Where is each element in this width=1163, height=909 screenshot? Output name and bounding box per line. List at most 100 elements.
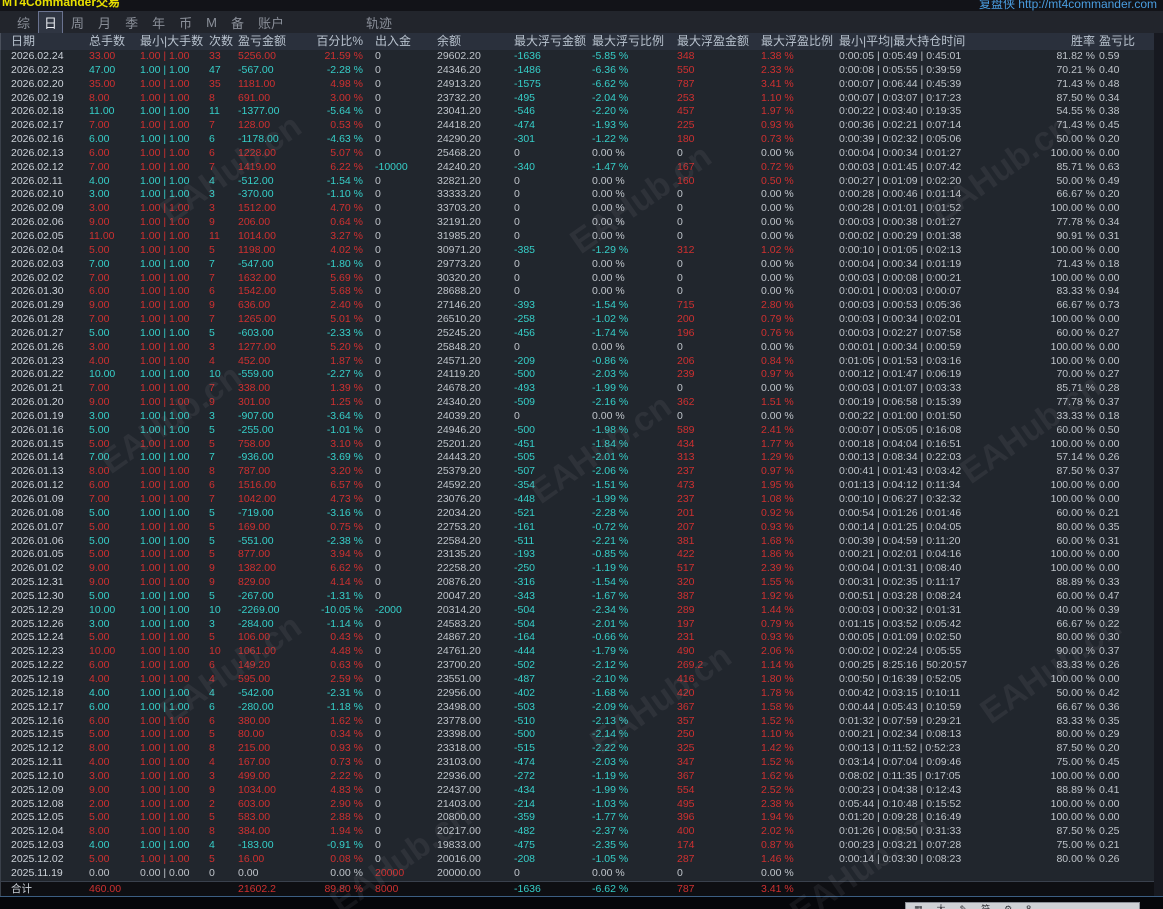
table-row[interactable]: 2026.02.23 47.00 1.00 | 1.00 47 -567.00 -2.28…: [1, 64, 1154, 78]
column-header-max-float-profit-pct[interactable]: 最大浮盈比例: [755, 33, 835, 50]
table-row[interactable]: 2026.01.21 7.00 1.00 | 1.00 7 338.00 1.39 % 0 2…: [1, 382, 1154, 396]
table-row[interactable]: 2026.02.09 3.00 1.00 | 1.00 3 1512.00 4.70 % 0…: [1, 202, 1154, 216]
table-row[interactable]: 2026.02.10 3.00 1.00 | 1.00 3 -370.00 -1.10 %…: [1, 188, 1154, 202]
menu-item-8[interactable]: M: [201, 14, 222, 31]
cell-max-float-loss-pct: -0.66 %: [592, 631, 629, 644]
table-row[interactable]: 2026.01.26 3.00 1.00 | 1.00 3 1277.00 5.20 % 0…: [1, 341, 1154, 355]
table-row[interactable]: 2026.01.19 3.00 1.00 | 1.00 3 -907.00 -3.64 %…: [1, 410, 1154, 424]
table-row[interactable]: 2026.02.19 8.00 1.00 | 1.00 8 691.00 3.00 % 0 2…: [1, 92, 1154, 106]
column-header-pnl[interactable]: 盈亏金额: [235, 33, 311, 50]
table-row[interactable]: 2026.01.27 5.00 1.00 | 1.00 5 -603.00 -2.33 %…: [1, 327, 1154, 341]
column-header-max-float-loss-pct[interactable]: 最大浮亏比例: [589, 33, 673, 50]
table-row[interactable]: 2026.01.14 7.00 1.00 | 1.00 7 -936.00 -3.69 %…: [1, 451, 1154, 465]
table-row[interactable]: 2026.02.12 7.00 1.00 | 1.00 7 1419.00 6.22 % -…: [1, 161, 1154, 175]
table-row[interactable]: 2026.01.22 10.00 1.00 | 1.00 10 -559.00 -2.27…: [1, 368, 1154, 382]
table-row[interactable]: 2025.12.11 4.00 1.00 | 1.00 4 167.00 0.73 % 0 2…: [1, 756, 1154, 770]
menu-item-3[interactable]: 周: [66, 12, 89, 33]
settings-icon[interactable]: ⚙: [1004, 904, 1012, 909]
table-row[interactable]: 2026.02.20 35.00 1.00 | 1.00 35 1181.00 4.98 …: [1, 78, 1154, 92]
table-row[interactable]: 2026.01.20 9.00 1.00 | 1.00 9 301.00 1.25 % 0 2…: [1, 396, 1154, 410]
table-row[interactable]: 2025.12.12 8.00 1.00 | 1.00 8 215.00 0.93 % 0 2…: [1, 742, 1154, 756]
table-row[interactable]: 2025.12.08 2.00 1.00 | 1.00 2 603.00 2.90 % 0 2…: [1, 798, 1154, 812]
cell-win-rate: 60.00 %: [1056, 589, 1095, 602]
column-header-pnl-pct[interactable]: 百分比%: [311, 33, 373, 50]
table-row[interactable]: 2025.12.10 3.00 1.00 | 1.00 3 499.00 2.22 % 0 2…: [1, 770, 1154, 784]
table-row[interactable]: 2026.01.08 5.00 1.00 | 1.00 5 -719.00 -3.16 %…: [1, 507, 1154, 521]
table-row[interactable]: 2026.01.28 7.00 1.00 | 1.00 7 1265.00 5.01 % 0…: [1, 313, 1154, 327]
menu-item-6[interactable]: 年: [147, 12, 170, 33]
table-row[interactable]: 2026.01.02 9.00 1.00 | 1.00 9 1382.00 6.62 % 0…: [1, 562, 1154, 576]
menu-item-4[interactable]: 月: [93, 12, 116, 33]
table-row[interactable]: 2026.01.12 6.00 1.00 | 1.00 6 1516.00 6.57 % 0…: [1, 479, 1154, 493]
table-row[interactable]: 2025.12.26 3.00 1.00 | 1.00 3 -284.00 -1.14 %…: [1, 618, 1154, 632]
table-row[interactable]: 2026.01.23 4.00 1.00 | 1.00 4 452.00 1.87 % 0 2…: [1, 355, 1154, 369]
table-row[interactable]: 2025.12.04 8.00 1.00 | 1.00 8 384.00 1.94 % 0 2…: [1, 825, 1154, 839]
chart-grid-icon[interactable]: ▦: [914, 904, 923, 909]
menu-item-1[interactable]: 综: [12, 12, 35, 33]
table-row[interactable]: 2026.01.06 5.00 1.00 | 1.00 5 -551.00 -2.38 %…: [1, 535, 1154, 549]
column-header-balance[interactable]: 余额: [431, 33, 509, 50]
table-row[interactable]: 2025.12.05 5.00 1.00 | 1.00 5 583.00 2.88 % 0 2…: [1, 811, 1154, 825]
table-row[interactable]: 2025.12.31 9.00 1.00 | 1.00 9 829.00 4.14 % 0 2…: [1, 576, 1154, 590]
cell-date: 2026.02.16: [11, 133, 64, 146]
site-link[interactable]: 复盘侠 http://mt4commander.com: [979, 0, 1157, 11]
menu-item-7[interactable]: 币: [174, 12, 197, 33]
column-header-win-rate[interactable]: 胜率: [1039, 33, 1095, 50]
column-header-pl-ratio[interactable]: 盈亏比: [1095, 33, 1155, 50]
table-row[interactable]: 2025.12.17 6.00 1.00 | 1.00 6 -280.00 -1.18 %…: [1, 701, 1154, 715]
column-header-cash-flow[interactable]: 出入金: [373, 33, 431, 50]
draw-icon[interactable]: ✎: [960, 904, 968, 909]
table-row[interactable]: 2025.12.30 5.00 1.00 | 1.00 5 -267.00 -1.31 %…: [1, 590, 1154, 604]
column-header-max-float-profit[interactable]: 最大浮盈金额: [673, 33, 755, 50]
menu-item-11[interactable]: 轨迹: [361, 12, 397, 33]
table-row[interactable]: 2025.12.16 6.00 1.00 | 1.00 6 380.00 1.62 % 0 2…: [1, 715, 1154, 729]
column-header-max-float-loss[interactable]: 最大浮亏金额: [509, 33, 589, 50]
zoom-text-icon[interactable]: 大: [937, 904, 946, 909]
table-row[interactable]: 2026.02.11 4.00 1.00 | 1.00 4 -512.00 -1.54 %…: [1, 175, 1154, 189]
table-row[interactable]: 2026.02.16 6.00 1.00 | 1.00 6 -1178.00 -4.63 …: [1, 133, 1154, 147]
table-row[interactable]: 2026.02.17 7.00 1.00 | 1.00 7 128.00 0.53 % 0 2…: [1, 119, 1154, 133]
table-row[interactable]: 2026.01.05 5.00 1.00 | 1.00 5 877.00 3.94 % 0 2…: [1, 548, 1154, 562]
table-row[interactable]: 2025.12.23 10.00 1.00 | 1.00 10 1061.00 4.48 …: [1, 645, 1154, 659]
scrollbar[interactable]: [1154, 33, 1163, 896]
table-row[interactable]: 2026.01.29 9.00 1.00 | 1.00 9 636.00 2.40 % 0 2…: [1, 299, 1154, 313]
symbol-icon[interactable]: 符: [981, 904, 990, 909]
account-icon[interactable]: 8: [1026, 904, 1031, 909]
table-row[interactable]: 2026.01.16 5.00 1.00 | 1.00 5 -255.00 -1.01 %…: [1, 424, 1154, 438]
menu-item-10[interactable]: 账户: [253, 12, 289, 33]
table-row[interactable]: 2026.01.09 7.00 1.00 | 1.00 7 1042.00 4.73 % 0…: [1, 493, 1154, 507]
menu-item-9[interactable]: 备: [226, 12, 249, 33]
column-header-hold-time[interactable]: 最小|平均|最大持仓时间: [835, 33, 1039, 50]
cell-min-max-lots: 1.00 | 1.00: [140, 534, 190, 547]
column-header-date[interactable]: 日期: [11, 33, 89, 50]
table-row[interactable]: 2026.01.30 6.00 1.00 | 1.00 6 1542.00 5.68 % 0…: [1, 285, 1154, 299]
table-row[interactable]: 2026.02.18 11.00 1.00 | 1.00 11 -1377.00 -5.6…: [1, 105, 1154, 119]
table-row[interactable]: 2025.11.19 0.00 0.00 | 0.00 0 0.00 0.00 % 2000…: [1, 867, 1154, 881]
table-row[interactable]: 2025.12.03 4.00 1.00 | 1.00 4 -183.00 -0.91 %…: [1, 839, 1154, 853]
table-row[interactable]: 2026.02.04 5.00 1.00 | 1.00 5 1198.00 4.02 % 0…: [1, 244, 1154, 258]
table-row[interactable]: 2026.02.06 9.00 1.00 | 1.00 9 206.00 0.64 % 0 3…: [1, 216, 1154, 230]
menu-item-2[interactable]: 日: [38, 10, 64, 34]
table-row[interactable]: 2026.01.13 8.00 1.00 | 1.00 8 787.00 3.20 % 0 2…: [1, 465, 1154, 479]
column-header-count[interactable]: 次数: [205, 33, 235, 50]
column-header-min-max-lots[interactable]: 最小|大手数: [139, 33, 205, 50]
cell-win-rate: 80.00 %: [1056, 631, 1095, 644]
table-row[interactable]: 2025.12.22 6.00 1.00 | 1.00 6 149.20 0.63 % 0 2…: [1, 659, 1154, 673]
table-row[interactable]: 2025.12.09 9.00 1.00 | 1.00 9 1034.00 4.83 % 0…: [1, 784, 1154, 798]
table-row[interactable]: 2025.12.15 5.00 1.00 | 1.00 5 80.00 0.34 % 0 23…: [1, 728, 1154, 742]
menu-item-5[interactable]: 季: [120, 12, 143, 33]
table-row[interactable]: 2025.12.24 5.00 1.00 | 1.00 5 106.00 0.43 % 0 2…: [1, 631, 1154, 645]
table-row[interactable]: 2026.01.07 5.00 1.00 | 1.00 5 169.00 0.75 % 0 2…: [1, 521, 1154, 535]
cell-balance: 22437.00: [437, 783, 481, 796]
column-header-total-lots[interactable]: 总手数: [89, 33, 139, 50]
table-row[interactable]: 2026.02.24 33.00 1.00 | 1.00 33 5256.00 21.59…: [1, 50, 1154, 64]
table-row[interactable]: 2026.01.15 5.00 1.00 | 1.00 5 758.00 3.10 % 0 2…: [1, 438, 1154, 452]
table-row[interactable]: 2026.02.03 7.00 1.00 | 1.00 7 -547.00 -1.80 %…: [1, 258, 1154, 272]
table-row[interactable]: 2025.12.02 5.00 1.00 | 1.00 5 16.00 0.08 % 0 20…: [1, 853, 1154, 867]
table-row[interactable]: 2026.02.05 11.00 1.00 | 1.00 11 1014.00 3.27 …: [1, 230, 1154, 244]
table-row[interactable]: 2026.02.02 7.00 1.00 | 1.00 7 1632.00 5.69 % 0…: [1, 272, 1154, 286]
table-row[interactable]: 2025.12.18 4.00 1.00 | 1.00 4 -542.00 -2.31 %…: [1, 687, 1154, 701]
table-row[interactable]: 2025.12.29 10.00 1.00 | 1.00 10 -2269.00 -10.…: [1, 604, 1154, 618]
table-row[interactable]: 2025.12.19 4.00 1.00 | 1.00 4 595.00 2.59 % 0 2…: [1, 673, 1154, 687]
table-row[interactable]: 2026.02.13 6.00 1.00 | 1.00 6 1228.00 5.07 % 0…: [1, 147, 1154, 161]
